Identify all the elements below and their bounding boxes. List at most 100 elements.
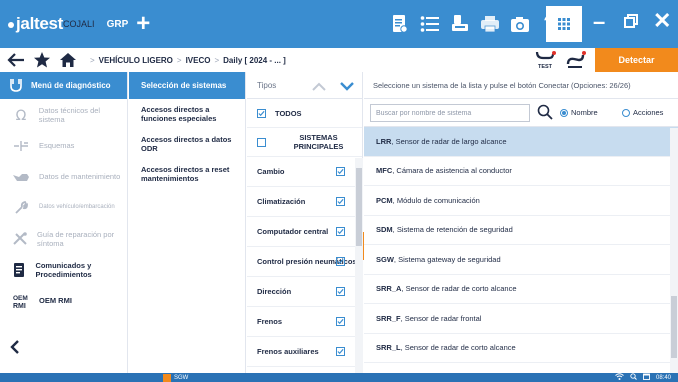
home-icon[interactable] xyxy=(58,50,78,70)
type-all-row[interactable]: TODOS xyxy=(247,99,362,128)
diagnostic-menu-header[interactable]: Menú de diagnóstico xyxy=(0,72,127,99)
shortcut-special-functions[interactable]: Accesos directos a funciones especiales xyxy=(129,99,245,129)
sidebar-item-repair-guide[interactable]: Guía de reparación por síntoma xyxy=(0,223,127,254)
system-name: , Sistema de retención de seguridad xyxy=(392,225,513,235)
brand-name: jaltest xyxy=(16,14,64,33)
system-name: , Sensor de radar de corto alcance xyxy=(401,284,517,294)
print-icon[interactable] xyxy=(475,10,505,38)
system-row-selected[interactable]: LRR, Sensor de radar de largo alcance xyxy=(364,127,678,157)
system-row[interactable]: SRR_L, Sensor de radar de corto alcance xyxy=(364,334,678,363)
sidebar-item-bulletins[interactable]: Comunicados y Procedimientos xyxy=(0,254,127,285)
systems-selection-panel: Selección de sistemas Accesos directos a… xyxy=(129,72,246,373)
omega-icon: Ω xyxy=(12,108,30,122)
checkbox-checked-icon[interactable] xyxy=(336,167,345,176)
types-scrollbar-thumb[interactable] xyxy=(356,168,362,246)
apps-grid-icon[interactable] xyxy=(546,6,582,42)
search-icon[interactable] xyxy=(537,104,553,120)
radio-name[interactable]: Nombre xyxy=(560,108,598,117)
checkbox-checked-icon[interactable] xyxy=(336,257,345,266)
camera-icon[interactable] xyxy=(505,10,535,38)
test-mode-icon[interactable]: TEST xyxy=(535,50,557,70)
sidebar-item-label: Esquemas xyxy=(39,141,75,150)
sidebar-item-label: Comunicados y Procedimientos xyxy=(35,260,92,279)
schematic-icon xyxy=(12,139,30,153)
app-icon xyxy=(163,373,171,382)
system-row[interactable]: SRR_F, Sensor de radar frontal xyxy=(364,304,678,334)
add-icon[interactable]: + xyxy=(136,12,150,36)
system-row[interactable]: MFC, Cámara de asistencia al conductor xyxy=(364,157,678,186)
favorite-star-icon[interactable] xyxy=(32,50,52,70)
type-row[interactable]: Control presión neumáticos xyxy=(247,247,362,277)
jaltest-logo: jaltest xyxy=(8,14,63,34)
sidebar-item-maintenance-data[interactable]: Datos de mantenimiento xyxy=(0,161,127,192)
system-list-scrollbar-thumb[interactable] xyxy=(671,296,677,358)
svg-text:OEM: OEM xyxy=(13,295,28,302)
checkbox-checked-icon[interactable] xyxy=(336,197,345,206)
search-tray-icon[interactable] xyxy=(630,373,637,382)
system-row[interactable]: SGW, Sistema gateway de seguridad xyxy=(364,245,678,275)
chevron-up-icon[interactable] xyxy=(311,81,327,91)
diagnostic-icon xyxy=(10,78,22,94)
grp-mode-label[interactable]: GRP xyxy=(107,19,129,30)
checkbox-checked-icon[interactable] xyxy=(336,287,345,296)
type-label: Cambio xyxy=(257,167,285,176)
checkbox-checked-icon[interactable] xyxy=(336,347,345,356)
type-row[interactable]: Cambio xyxy=(247,157,362,187)
taskbar-app[interactable]: SGW xyxy=(163,373,188,382)
type-main-systems-row[interactable]: SISTEMAS PRINCIPALES xyxy=(247,128,362,157)
vehicle-icon[interactable] xyxy=(445,10,475,38)
system-row[interactable]: SDM, Sistema de retención de seguridad xyxy=(364,216,678,245)
list-icon[interactable] xyxy=(415,10,445,38)
wifi-icon[interactable] xyxy=(615,373,624,382)
sidebar-item-label: Datos técnicos del sistema xyxy=(38,105,101,124)
calendar-icon[interactable] xyxy=(643,373,650,382)
chevron-left-icon[interactable] xyxy=(6,337,26,357)
checkbox-unchecked-icon[interactable] xyxy=(257,137,266,147)
restore-icon[interactable] xyxy=(624,14,638,28)
sidebar-item-oem-rmi[interactable]: OEM RMI OEM RMI xyxy=(0,285,127,316)
detect-button[interactable]: Detectar xyxy=(595,48,678,72)
breadcrumb-brand[interactable]: IVECO xyxy=(186,56,211,65)
system-row[interactable]: PCM, Módulo de comunicación xyxy=(364,186,678,216)
checkbox-checked-icon[interactable] xyxy=(336,227,345,236)
breadcrumb-vehicle-type[interactable]: VEHÍCULO LIGERO xyxy=(99,56,173,65)
breadcrumb-model[interactable]: Daily [ 2024 - ... ] xyxy=(223,56,286,65)
system-name: , Sensor de radar frontal xyxy=(400,313,482,323)
system-name: , Sensor de radar de largo alcance xyxy=(391,136,507,146)
close-icon[interactable]: ✕ xyxy=(653,8,671,34)
chevron-down-icon[interactable] xyxy=(339,81,355,91)
sidebar-item-label: Datos de mantenimiento xyxy=(39,172,121,181)
type-row[interactable]: Climatización xyxy=(247,187,362,217)
sidebar-item-technical-data[interactable]: Ω Datos técnicos del sistema xyxy=(0,99,127,130)
minimize-icon[interactable]: – xyxy=(593,9,605,35)
sidebar-item-vehicle-data[interactable]: Datos vehículo/embarcación xyxy=(0,192,127,223)
sidebar-item-schematics[interactable]: Esquemas xyxy=(0,130,127,161)
type-row[interactable]: Dirección xyxy=(247,277,362,307)
checkbox-checked-icon[interactable] xyxy=(336,317,345,326)
system-code: LRR xyxy=(376,136,392,146)
back-arrow-icon[interactable] xyxy=(6,50,26,70)
system-name: , Cámara de asistencia al conductor xyxy=(392,166,512,176)
type-row[interactable]: Computador central xyxy=(247,217,362,247)
radio-unselected-icon xyxy=(622,108,630,117)
connection-icon[interactable] xyxy=(566,50,586,70)
sidebar-item-label: OEM RMI xyxy=(39,296,72,305)
search-input[interactable] xyxy=(370,104,530,122)
shortcut-maintenance-reset[interactable]: Accesos directos a reset mantenimientos xyxy=(129,159,245,189)
system-row[interactable]: SRR_A, Sensor de radar de corto alcance xyxy=(364,275,678,304)
radio-actions[interactable]: Acciones xyxy=(622,108,663,117)
report-icon[interactable] xyxy=(385,10,415,38)
types-scrollbar[interactable] xyxy=(355,158,363,373)
types-panel: Tipos TODOS SISTEMAS PRINCIPALES Cambio … xyxy=(247,72,363,373)
document-icon xyxy=(12,262,26,278)
type-label: Computador central xyxy=(257,227,329,236)
shortcut-odr-data[interactable]: Accesos directos a datos ODR xyxy=(129,129,245,159)
checkbox-checked-icon[interactable] xyxy=(257,108,266,118)
systems-selection-header[interactable]: Selección de sistemas xyxy=(129,72,245,99)
type-row[interactable]: Frenos auxiliares xyxy=(247,337,362,367)
diagnostic-menu-title: Menú de diagnóstico xyxy=(31,81,111,90)
logo-dot xyxy=(8,22,14,28)
type-row[interactable]: Frenos xyxy=(247,307,362,337)
system-list-scrollbar[interactable] xyxy=(670,128,678,373)
type-label: Frenos xyxy=(257,317,283,326)
